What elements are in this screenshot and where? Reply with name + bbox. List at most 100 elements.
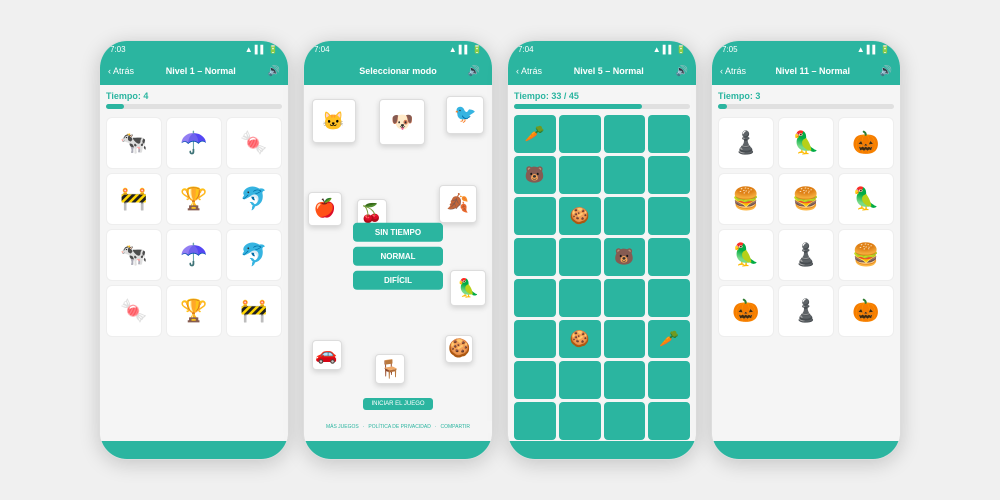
sound-icon[interactable]: 🔊	[468, 66, 480, 77]
list-item[interactable]	[559, 361, 601, 399]
phone1-status-icons: ▲ ▌▌ 🔋	[245, 45, 278, 54]
phone2-status-icons: ▲ ▌▌ 🔋	[449, 45, 482, 54]
phone2-body: 🐱 🐶 🐦 🍎 🍒 🍂 🦜 🚗 🪑 🍪 SIN TIEMPO NORMAL DI…	[304, 85, 492, 441]
list-item[interactable]	[604, 156, 646, 194]
list-item[interactable]: ☂️	[166, 229, 222, 281]
list-item[interactable]	[648, 402, 690, 440]
wifi-icon: ▲	[653, 45, 661, 54]
list-item[interactable]: 🦜	[838, 173, 894, 225]
phone4-time-label: Tiempo: 3	[718, 91, 894, 101]
list-item[interactable]	[604, 402, 646, 440]
phone3-body: Tiempo: 33 / 45 🥕 🐻 🍪 🐻	[508, 85, 696, 441]
list-item[interactable]: 🥕	[514, 115, 556, 153]
list-item[interactable]	[514, 402, 556, 440]
dificil-button[interactable]: DIFÍCIL	[353, 271, 443, 290]
phone4-body: Tiempo: 3 ♟️ 🦜 🎃 🍔 🍔 🦜 🦜 ♟️ 🍔 🎃 ♟️ 🎃	[712, 85, 900, 441]
list-item[interactable]	[514, 197, 556, 235]
phone3-progress-container	[514, 104, 690, 109]
list-item[interactable]	[604, 279, 646, 317]
list-item[interactable]: 🚧	[106, 173, 162, 225]
phone3-back-button[interactable]: ‹ Atrás	[516, 66, 542, 76]
list-item[interactable]	[648, 197, 690, 235]
list-item[interactable]: ♟️	[778, 229, 834, 281]
phone4-status: 7:05 ▲ ▌▌ 🔋	[712, 41, 900, 57]
list-item[interactable]: 🎃	[838, 285, 894, 337]
list-item[interactable]	[559, 402, 601, 440]
iniciar-button[interactable]: INICIAR EL JUEGO	[363, 398, 433, 410]
phone4-progress-container	[718, 104, 894, 109]
sound-icon[interactable]: 🔊	[268, 66, 280, 77]
list-item[interactable]: 🐻	[514, 156, 556, 194]
list-item[interactable]: 🐬	[226, 173, 282, 225]
list-item[interactable]	[514, 320, 556, 358]
sound-icon[interactable]: 🔊	[880, 66, 892, 77]
list-item[interactable]: 🦜	[718, 229, 774, 281]
list-item[interactable]: 🍪	[559, 197, 601, 235]
list-item[interactable]: ♟️	[778, 285, 834, 337]
list-item[interactable]	[604, 320, 646, 358]
list-item[interactable]: 🎃	[838, 117, 894, 169]
phone4-back-button[interactable]: ‹ Atrás	[720, 66, 746, 76]
list-item[interactable]	[648, 361, 690, 399]
list-item[interactable]	[604, 115, 646, 153]
list-item[interactable]	[514, 361, 556, 399]
list-item[interactable]: ☂️	[166, 117, 222, 169]
list-item[interactable]: 🍪	[559, 320, 601, 358]
phone1-header: ‹ Atrás Nivel 1 – Normal 🔊	[100, 57, 288, 85]
phone1-progress-bar	[106, 104, 124, 109]
list-item[interactable]: 🍔	[778, 173, 834, 225]
list-item[interactable]	[648, 156, 690, 194]
list-item[interactable]: 🦜	[778, 117, 834, 169]
phone-1: 7:03 ▲ ▌▌ 🔋 ‹ Atrás Nivel 1 – Normal 🔊 T…	[99, 40, 289, 460]
list-item[interactable]: 🐬	[226, 229, 282, 281]
list-item[interactable]	[559, 156, 601, 194]
list-item[interactable]: 🚧	[226, 285, 282, 337]
battery-icon: 🔋	[880, 45, 890, 54]
phone-4: 7:05 ▲ ▌▌ 🔋 ‹ Atrás Nivel 11 – Normal 🔊 …	[711, 40, 901, 460]
battery-icon: 🔋	[268, 45, 278, 54]
share-link[interactable]: COMPARTIR	[441, 424, 471, 430]
link-separator2: ·	[435, 424, 437, 430]
signal-icon: ▌▌	[867, 45, 878, 54]
phone2-header: Seleccionar modo 🔊	[304, 57, 492, 85]
chevron-left-icon: ‹	[720, 66, 723, 76]
list-item[interactable]: 🍬	[106, 285, 162, 337]
wifi-icon: ▲	[245, 45, 253, 54]
sin-tiempo-button[interactable]: SIN TIEMPO	[353, 223, 443, 242]
list-item[interactable]: 🐄	[106, 229, 162, 281]
list-item[interactable]	[604, 197, 646, 235]
sound-icon[interactable]: 🔊	[676, 66, 688, 77]
list-item[interactable]: 🍬	[226, 117, 282, 169]
normal-button[interactable]: NORMAL	[353, 247, 443, 266]
list-item[interactable]	[648, 115, 690, 153]
list-item[interactable]	[648, 279, 690, 317]
phone2-mode-buttons: SIN TIEMPO NORMAL DIFÍCIL	[353, 223, 443, 290]
list-item[interactable]: 🏆	[166, 285, 222, 337]
list-item[interactable]	[559, 238, 601, 276]
list-item[interactable]	[514, 279, 556, 317]
list-item[interactable]: 🎃	[718, 285, 774, 337]
list-item[interactable]: 🥕	[648, 320, 690, 358]
privacy-link[interactable]: POLÍTICA DE PRIVACIDAD	[368, 424, 430, 430]
phone3-grid: 🥕 🐻 🍪 🐻 🍪	[514, 115, 690, 440]
list-item[interactable]: 🍔	[718, 173, 774, 225]
phone2-footer	[304, 441, 492, 459]
phone1-grid: 🐄 ☂️ 🍬 🚧 🏆 🐬 🐄 ☂️ 🐬 🍬 🏆 🚧	[106, 117, 282, 337]
phone4-time: 7:05	[722, 45, 738, 54]
list-item[interactable]: 🏆	[166, 173, 222, 225]
list-item[interactable]: 🍔	[838, 229, 894, 281]
list-item[interactable]: 🐻	[604, 238, 646, 276]
list-item[interactable]	[559, 279, 601, 317]
phone1-progress-container	[106, 104, 282, 109]
mas-juegos-link[interactable]: MÁS JUEGOS	[326, 424, 359, 430]
list-item[interactable]	[648, 238, 690, 276]
signal-icon: ▌▌	[663, 45, 674, 54]
list-item[interactable]: 🐄	[106, 117, 162, 169]
list-item[interactable]	[514, 238, 556, 276]
list-item[interactable]: ♟️	[718, 117, 774, 169]
link-separator: ·	[363, 424, 365, 430]
phone1-back-button[interactable]: ‹ Atrás	[108, 66, 134, 76]
list-item[interactable]	[604, 361, 646, 399]
list-item[interactable]	[559, 115, 601, 153]
phone4-footer	[712, 441, 900, 459]
